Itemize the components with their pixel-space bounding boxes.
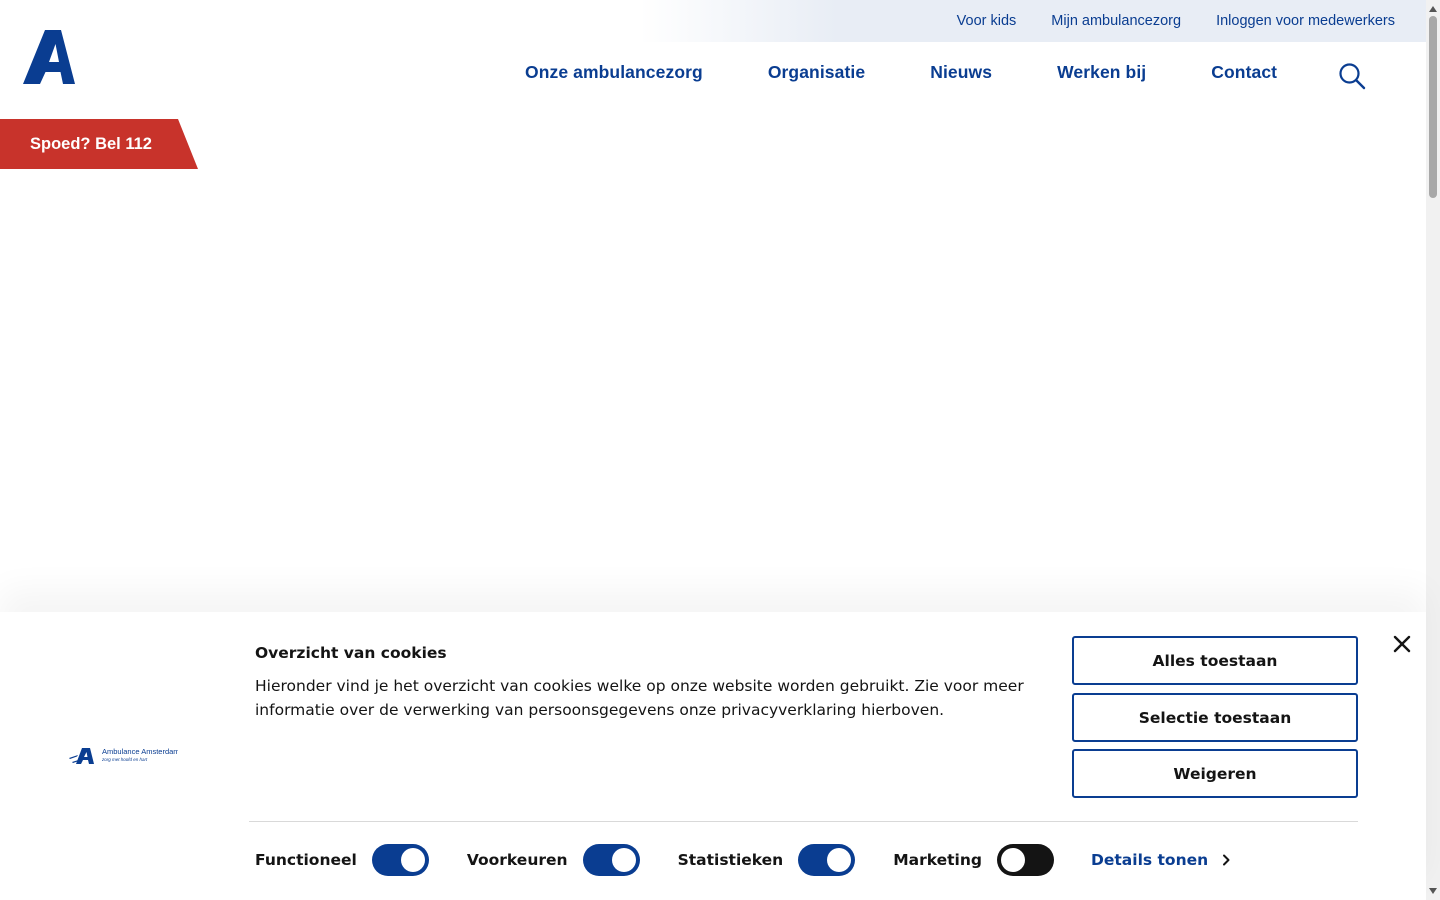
cookie-logo-tagline: zorg met hoofd en hart <box>101 757 148 762</box>
toggle-knob <box>611 848 636 872</box>
ambulance-amsterdam-a-logo-icon <box>23 30 75 84</box>
cookie-banner-divider <box>249 821 1358 822</box>
nav-item-contact[interactable]: Contact <box>1211 62 1277 83</box>
allow-selection-cookies-button[interactable]: Selectie toestaan <box>1072 693 1358 742</box>
scrollbar-thumb[interactable] <box>1429 16 1437 198</box>
scroll-down-arrow-icon[interactable] <box>1429 888 1437 894</box>
utility-nav: Voor kids Mijn ambulancezorg Inloggen vo… <box>640 0 1426 42</box>
search-button[interactable] <box>1338 62 1366 90</box>
search-icon <box>1339 63 1366 90</box>
toggle-statistieken[interactable] <box>798 844 856 876</box>
nav-item-nieuws[interactable]: Nieuws <box>930 62 992 83</box>
utility-link-voor-kids[interactable]: Voor kids <box>957 13 1017 29</box>
cookie-banner-close-button[interactable] <box>1392 634 1412 654</box>
scroll-up-arrow-icon[interactable] <box>1429 6 1437 12</box>
toggle-label-functioneel: Functioneel <box>255 851 357 869</box>
deny-cookies-button[interactable]: Weigeren <box>1072 749 1358 798</box>
site-logo[interactable] <box>23 30 77 84</box>
show-details-link[interactable]: Details tonen <box>1091 851 1230 869</box>
toggle-knob <box>827 848 852 872</box>
page-scrollbar[interactable] <box>1426 0 1440 900</box>
cookie-banner-description: Hieronder vind je het overzicht van cook… <box>255 677 1024 719</box>
nav-item-organisatie[interactable]: Organisatie <box>768 62 865 83</box>
toggle-knob <box>400 848 425 872</box>
ambulance-amsterdam-logo-icon: Ambulance Amsterdam zorg met hoofd en ha… <box>69 747 180 764</box>
cookie-banner-logo: Ambulance Amsterdam zorg met hoofd en ha… <box>68 744 180 768</box>
chevron-right-icon <box>1223 854 1230 866</box>
cookie-banner-title: Overzicht van cookies <box>255 644 447 662</box>
toggle-label-voorkeuren: Voorkeuren <box>466 851 568 869</box>
toggle-voorkeuren[interactable] <box>582 844 640 876</box>
toggle-functioneel[interactable] <box>371 844 429 876</box>
toggle-label-statistieken: Statistieken <box>677 851 784 869</box>
cookie-logo-text: Ambulance Amsterdam <box>102 747 178 756</box>
show-details-label: Details tonen <box>1091 851 1209 869</box>
close-icon <box>1393 635 1411 653</box>
utility-link-inloggen-medewerkers[interactable]: Inloggen voor medewerkers <box>1216 13 1395 29</box>
toggle-knob <box>1001 848 1026 872</box>
main-nav: Onze ambulancezorg Organisatie Nieuws We… <box>525 62 1277 83</box>
toggle-label-marketing: Marketing <box>893 851 983 869</box>
toggle-marketing[interactable] <box>997 844 1055 876</box>
emergency-call-banner[interactable]: Spoed? Bel 112 <box>0 119 198 169</box>
nav-item-onze-ambulancezorg[interactable]: Onze ambulancezorg <box>525 62 703 83</box>
utility-link-mijn-ambulancezorg[interactable]: Mijn ambulancezorg <box>1051 13 1181 29</box>
cookie-category-toggles: Functioneel Voorkeuren Statistieken Mark… <box>255 844 1230 876</box>
nav-item-werken-bij[interactable]: Werken bij <box>1057 62 1146 83</box>
allow-all-cookies-button[interactable]: Alles toestaan <box>1072 636 1358 685</box>
